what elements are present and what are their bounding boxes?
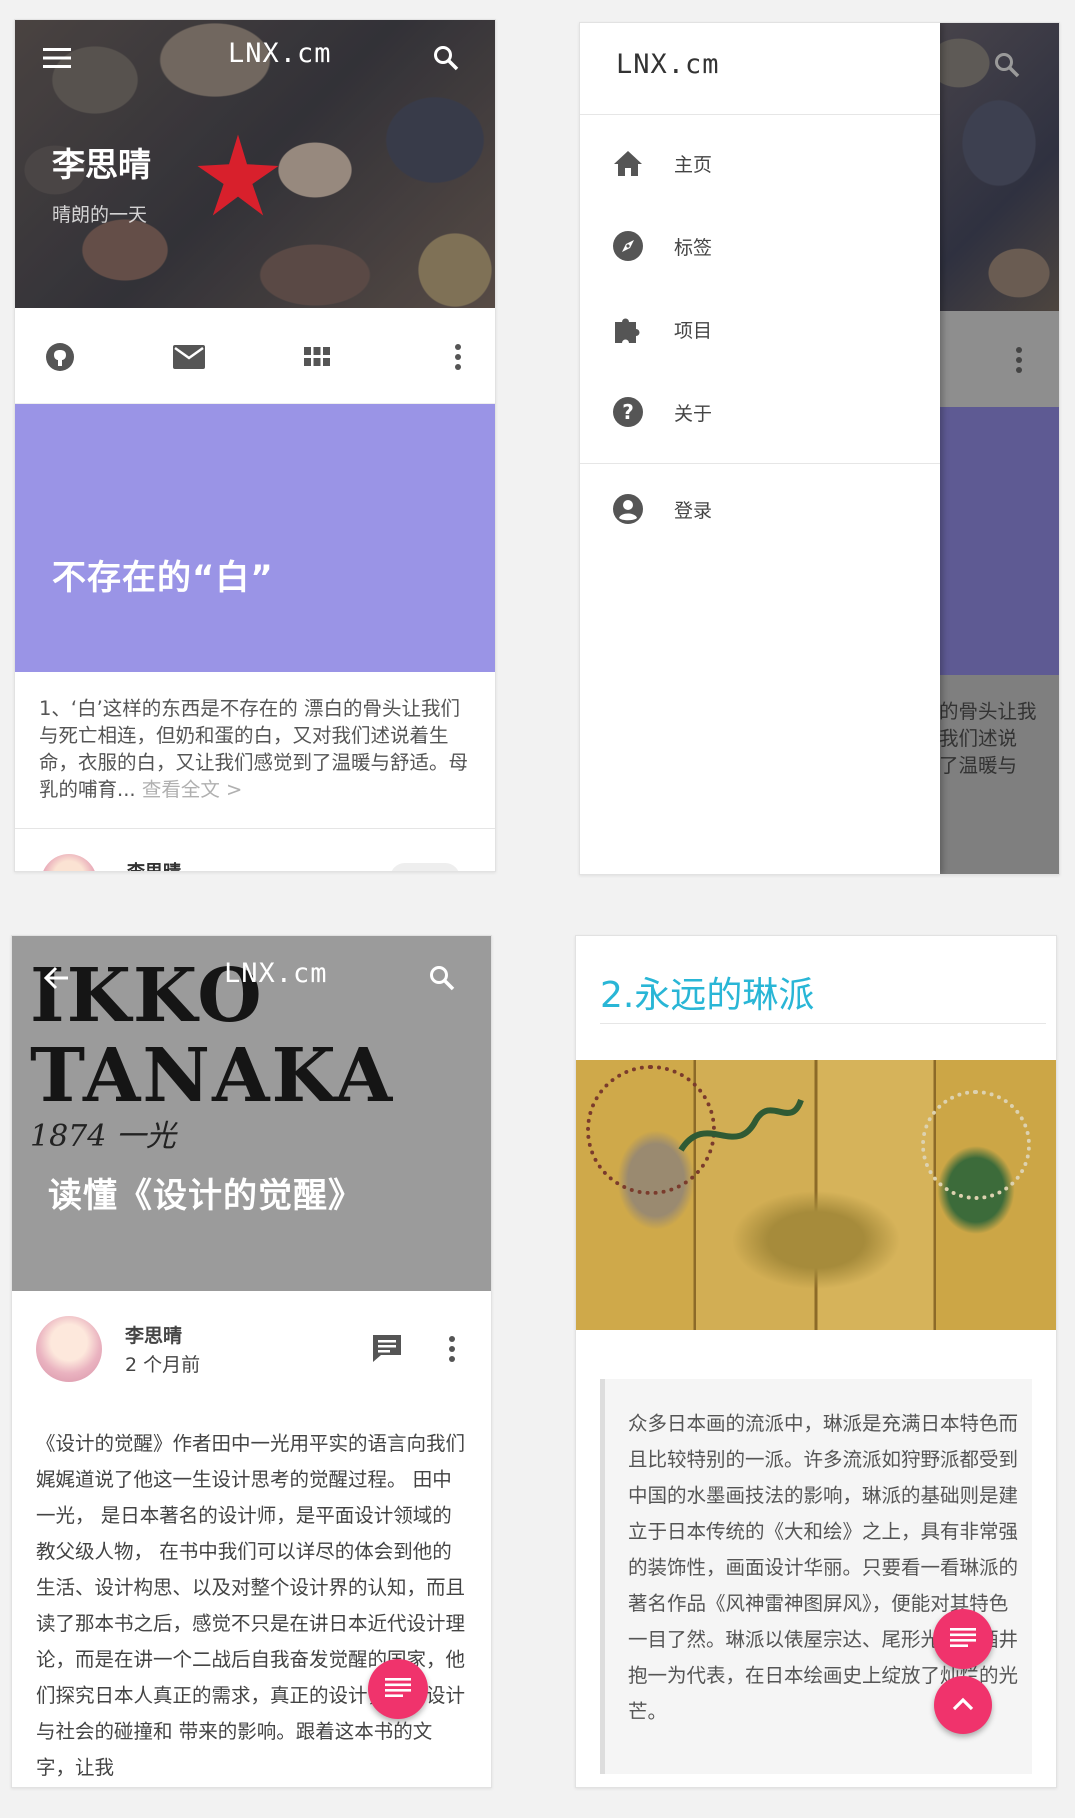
compass-icon <box>610 228 646 264</box>
drawer-header: LNX.cm <box>580 23 940 115</box>
nav-label: 标签 <box>674 236 713 259</box>
nav-item-projects[interactable]: 项目 <box>580 299 940 359</box>
drawer-logo[interactable]: LNX.cm <box>616 49 720 80</box>
section-heading: 2.永远的琳派 <box>600 975 815 1016</box>
scroll-top-fab-button[interactable] <box>934 1676 992 1734</box>
more-vert-icon <box>1007 343 1031 377</box>
poster-signature: 1874 一光 <box>30 1119 176 1154</box>
post-time: 2 个月前 <box>125 1354 201 1376</box>
dimmed-icon-row <box>939 311 1059 407</box>
screen-profile-feed: LNX.cm 李思晴 晴朗的一天 不存在的“白” 1、‘白’这样的东西是不存在的… <box>14 19 496 872</box>
top-app-bar: LNX.cm <box>15 20 495 92</box>
background-page: 的骨头让我 我们述说 了温暖与 <box>939 23 1059 874</box>
partial-chip <box>390 863 460 871</box>
author-name: 李思晴 <box>127 858 181 871</box>
nav-label: 关于 <box>674 402 713 425</box>
painted-scarf <box>678 1098 804 1152</box>
folding-screen-image <box>576 1060 1056 1330</box>
post-title[interactable]: 不存在的“白” <box>52 550 274 599</box>
divider <box>600 1023 1046 1024</box>
puzzle-icon <box>610 311 646 347</box>
nav-label: 登录 <box>674 499 713 522</box>
menu-icon[interactable] <box>41 42 73 74</box>
avatar[interactable] <box>36 1316 102 1382</box>
starfish-image <box>197 134 279 216</box>
fragment-line: 我们述说 <box>939 727 1018 750</box>
screen-navigation-drawer: 的骨头让我 我们述说 了温暖与 LNX.cm 主页 标签 项目 ? 关于 登录 <box>579 22 1060 875</box>
profile-subtitle: 晴朗的一天 <box>52 204 148 226</box>
screen-article-detail: IKKO TANAKA 1874 一光 LNX.cm 读懂《设计的觉醒》 李思晴… <box>11 935 492 1788</box>
drum-ring <box>921 1090 1031 1200</box>
home-icon <box>610 145 646 181</box>
svg-text:?: ? <box>622 400 634 424</box>
more-vert-icon[interactable] <box>446 340 470 374</box>
back-arrow-icon[interactable] <box>40 962 72 994</box>
more-vert-icon[interactable] <box>440 1332 464 1366</box>
excerpt-text: 1、‘白’这样的东西是不存在的 漂白的骨头让我们与死亡相连，但奶和蛋的白，又对我… <box>39 697 469 801</box>
help-icon: ? <box>610 394 646 430</box>
toc-fab-button[interactable] <box>933 1609 993 1669</box>
author-name[interactable]: 李思晴 <box>125 1321 182 1348</box>
nav-label: 项目 <box>674 319 713 342</box>
search-icon[interactable] <box>430 42 462 74</box>
article-body: 《设计的觉醒》作者田中一光用平实的语言向我们娓娓道说了他这一生设计思考的觉醒过程… <box>36 1432 466 1779</box>
divider <box>15 828 495 829</box>
apps-grid-icon[interactable] <box>300 340 334 374</box>
social-icon-row <box>15 308 495 404</box>
screen-article-section: 2.永远的琳派 众多日本画的流派中，琳派是充满日本特色而且比较特别的一派。许多流… <box>575 935 1057 1788</box>
read-more-link[interactable]: 查看全文 > <box>142 778 243 801</box>
divider <box>580 463 940 464</box>
nav-item-about[interactable]: ? 关于 <box>580 382 940 442</box>
nav-label: 主页 <box>674 153 713 176</box>
post-cover-color-block[interactable] <box>15 404 495 672</box>
post-excerpt: 1、‘白’这样的东西是不存在的 漂白的骨头让我们与死亡相连，但奶和蛋的白，又对我… <box>39 695 479 803</box>
poster-line: TANAKA <box>30 1033 395 1119</box>
github-icon[interactable] <box>43 340 77 374</box>
fragment-line: 了温暖与 <box>939 754 1018 777</box>
avatar[interactable] <box>41 854 97 871</box>
nav-item-tags[interactable]: 标签 <box>580 216 940 276</box>
comment-icon[interactable] <box>369 1330 405 1366</box>
dimmed-excerpt-text: 的骨头让我 我们述说 了温暖与 <box>939 698 1059 779</box>
chevron-up-icon <box>952 1696 974 1715</box>
navigation-drawer: LNX.cm 主页 标签 项目 ? 关于 登录 <box>580 23 940 874</box>
account-circle-icon <box>610 491 646 527</box>
list-icon <box>385 1677 411 1701</box>
search-icon <box>991 49 1023 81</box>
search-icon[interactable] <box>426 962 458 994</box>
toc-fab-button[interactable] <box>368 1659 428 1719</box>
list-icon <box>950 1627 976 1651</box>
site-logo[interactable]: LNX.cm <box>224 958 328 989</box>
post-title: 读懂《设计的觉醒》 <box>48 1176 363 1216</box>
mail-icon[interactable] <box>171 340 207 374</box>
dimmed-post-cover <box>939 407 1059 675</box>
top-app-bar: LNX.cm <box>12 936 491 1008</box>
profile-name: 李思晴 <box>52 145 151 184</box>
site-logo[interactable]: LNX.cm <box>228 38 332 69</box>
nav-item-login[interactable]: 登录 <box>580 479 940 539</box>
nav-item-home[interactable]: 主页 <box>580 133 940 193</box>
fragment-line: 的骨头让我 <box>939 700 1037 723</box>
